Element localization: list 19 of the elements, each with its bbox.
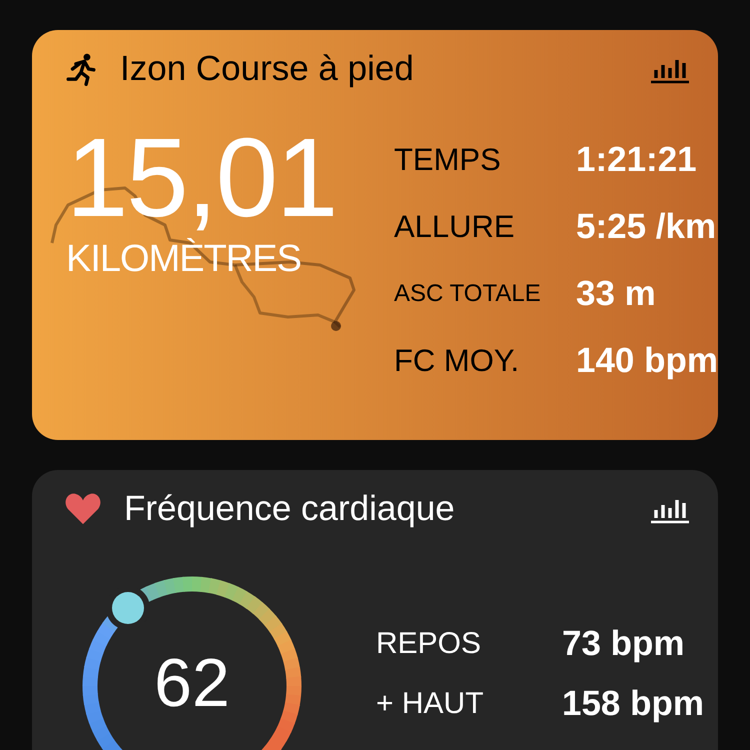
stat-value: 5:25 /km (576, 206, 716, 246)
heart-icon (64, 492, 102, 526)
heart-stat-value: 73 bpm (562, 624, 685, 664)
heart-stat-label: + HAUT (376, 687, 485, 721)
stat-label: ASC TOTALE (394, 280, 542, 308)
heart-stat-value: 158 bpm (562, 684, 704, 724)
stat-label: FC MOY. (394, 342, 520, 378)
activity-title: Izon Course à pied (120, 49, 415, 89)
heart-title: Fréquence cardiaque (124, 489, 456, 529)
heart-stat-label: REPOS (376, 627, 482, 661)
current-heart-rate: 62 (153, 644, 231, 722)
stat-value: 140 bpm (576, 340, 718, 380)
runner-icon (64, 52, 98, 86)
stat-value: 33 m (576, 274, 656, 314)
distance-value: 15,01 (66, 122, 338, 234)
stat-label: ALLURE (394, 208, 516, 244)
stat-value: 1:21:21 (576, 140, 697, 180)
distance-unit: KILOMÈTRES (66, 238, 302, 281)
stat-label: TEMPS (394, 142, 502, 178)
